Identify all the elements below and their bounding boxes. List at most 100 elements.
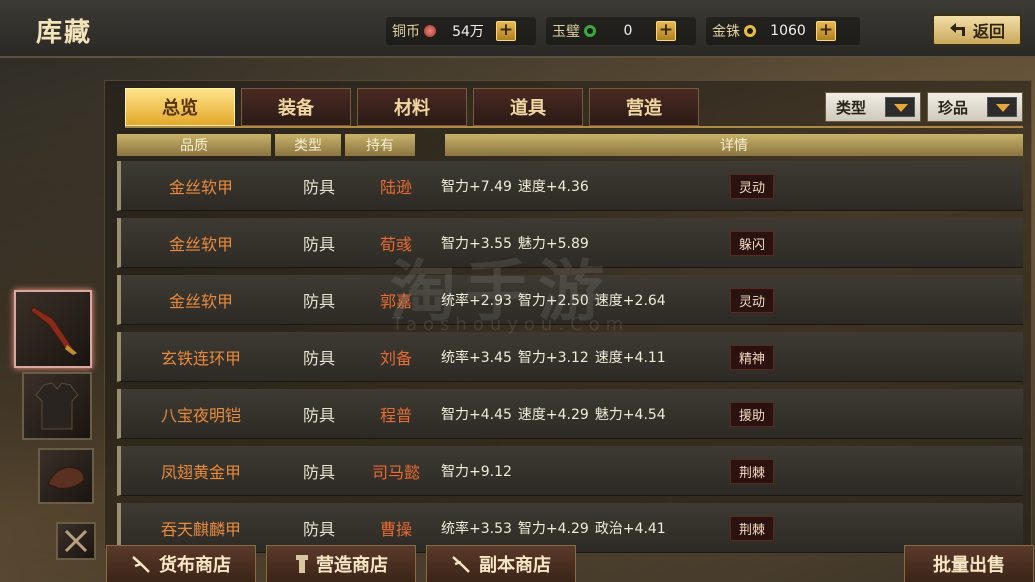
add-gold-button[interactable]: + [816, 21, 836, 41]
currency-shop-label: 货布商店 [159, 555, 231, 576]
add-jade-button[interactable]: + [656, 21, 676, 41]
item-skill: 精神 [727, 332, 777, 382]
gold-icon [744, 25, 756, 37]
currency-shop-button[interactable]: 货布商店 [106, 545, 256, 582]
attribute-value: 智力+7.49 [441, 179, 512, 195]
item-skill: 援助 [727, 389, 777, 439]
jade-display: 玉璧 0 + [546, 17, 696, 45]
attribute-value: 速度+4.11 [594, 350, 666, 366]
table-row[interactable]: 八宝夜明铠 防具 程普 智力+4.45 速度+4.29 魅力+4.54 援助 [117, 389, 1023, 439]
item-skill: 躲闪 [727, 218, 777, 268]
column-header-quality: 品质 [117, 134, 271, 156]
column-header-type: 类型 [275, 134, 341, 156]
armor-icon[interactable] [22, 372, 92, 440]
item-skill: 灵动 [727, 161, 777, 211]
attribute-value: 智力+9.12 [441, 464, 512, 480]
attribute-value: 速度+4.29 [517, 407, 589, 423]
item-skill: 荆棘 [727, 503, 777, 553]
back-button-label: 返回 [972, 22, 1005, 41]
crossed-swords-glyph [64, 529, 88, 553]
item-skill: 荆棘 [727, 446, 777, 496]
dungeon-shop-button[interactable]: 副本商店 [426, 545, 576, 582]
item-owner: 程普 [379, 406, 412, 425]
tab-divider [125, 126, 1023, 128]
bulk-sell-label: 批量出售 [933, 555, 1005, 576]
tab-materials[interactable]: 材料 [357, 88, 467, 126]
column-header-owner: 持有 [345, 134, 415, 156]
treasure-icon[interactable] [56, 522, 96, 560]
category-tabs: 总览 装备 材料 道具 营造 [125, 88, 699, 126]
skill-badge[interactable]: 精神 [729, 344, 774, 370]
back-button[interactable]: 返回 [932, 14, 1022, 46]
table-row[interactable]: 凤翅黄金甲 防具 司马懿 智力+9.12 荆棘 [117, 446, 1023, 496]
copper-coin-value: 54万 [452, 24, 484, 40]
build-shop-label: 营造商店 [316, 555, 388, 576]
item-type: 防具 [302, 292, 335, 311]
build-shop-button[interactable]: 营造商店 [266, 545, 416, 582]
attribute-value: 政治+4.41 [594, 521, 666, 537]
gold-value: 1060 [770, 23, 806, 39]
item-attributes: 智力+7.49 速度+4.36 [441, 161, 731, 211]
add-copper-button[interactable]: + [496, 21, 516, 41]
rarity-filter-dropdown[interactable]: 珍品 [927, 92, 1023, 122]
dungeon-shop-icon [452, 556, 470, 573]
page-title: 库藏 [36, 18, 93, 48]
jade-icon [584, 25, 596, 37]
skill-badge[interactable]: 躲闪 [729, 230, 774, 256]
item-name: 金丝软甲 [168, 235, 233, 254]
chevron-down-icon [987, 97, 1017, 117]
mount-icon[interactable] [38, 448, 94, 504]
tab-equipment[interactable]: 装备 [241, 88, 351, 126]
skill-badge[interactable]: 灵动 [729, 287, 774, 313]
bulk-sell-button[interactable]: 批量出售 [904, 545, 1034, 582]
skill-badge[interactable]: 荆棘 [729, 458, 774, 484]
dungeon-shop-label: 副本商店 [479, 555, 551, 576]
top-bar: 库藏 铜币 54万 + 玉璧 0 + 金铢 1060 + 返回 [0, 0, 1035, 58]
item-type: 防具 [302, 178, 335, 197]
weapon-icon[interactable] [14, 290, 92, 368]
skill-badge[interactable]: 灵动 [729, 173, 774, 199]
build-shop-icon [296, 555, 308, 573]
tab-items[interactable]: 道具 [473, 88, 583, 126]
mount-glyph [47, 466, 85, 489]
tab-overview[interactable]: 总览 [125, 88, 235, 126]
table-row[interactable]: 金丝软甲 防具 陆逊 智力+7.49 速度+4.36 灵动 [117, 161, 1023, 211]
rarity-filter-label: 珍品 [938, 98, 969, 117]
weapon-glyph [30, 306, 77, 355]
currency-shop-icon [132, 556, 150, 573]
item-name: 玄铁连环甲 [160, 349, 241, 368]
type-filter-label: 类型 [836, 98, 867, 117]
tab-construction[interactable]: 营造 [589, 88, 699, 126]
watermark-subtext: Taoshouyou.Com [392, 314, 630, 335]
table-row[interactable]: 玄铁连环甲 防具 刘备 统率+3.45 智力+3.12 速度+4.11 精神 [117, 332, 1023, 382]
item-attributes: 统率+3.45 智力+3.12 速度+4.11 [441, 332, 731, 382]
item-name: 八宝夜明铠 [160, 406, 241, 425]
jade-label: 玉璧 [552, 24, 580, 40]
attribute-value: 智力+3.12 [517, 350, 589, 366]
attribute-value: 统率+3.53 [441, 521, 512, 537]
item-owner: 陆逊 [379, 178, 412, 197]
item-attributes: 智力+4.45 速度+4.29 魅力+4.54 [441, 389, 731, 439]
armor-glyph [35, 382, 79, 430]
attribute-value: 速度+4.36 [517, 179, 589, 195]
item-owner: 司马懿 [371, 463, 420, 482]
skill-badge[interactable]: 荆棘 [729, 515, 774, 541]
item-skill: 灵动 [727, 275, 777, 325]
item-type: 防具 [302, 463, 335, 482]
jade-value: 0 [623, 23, 633, 39]
item-name: 凤翅黄金甲 [160, 463, 241, 482]
attribute-value: 智力+4.45 [441, 407, 512, 423]
copper-coin-display: 铜币 54万 + [386, 17, 536, 45]
gold-display: 金铢 1060 + [706, 17, 860, 45]
item-owner: 刘备 [379, 349, 412, 368]
item-type: 防具 [302, 235, 335, 254]
type-filter-dropdown[interactable]: 类型 [825, 92, 921, 122]
gold-label: 金铢 [712, 24, 740, 40]
skill-badge[interactable]: 援助 [729, 401, 774, 427]
item-type: 防具 [302, 349, 335, 368]
attribute-value: 统率+3.45 [441, 350, 512, 366]
copper-coin-label: 铜币 [392, 24, 420, 40]
chevron-down-icon [885, 97, 915, 117]
item-name: 金丝软甲 [168, 292, 233, 311]
item-attributes: 智力+9.12 [441, 446, 731, 496]
